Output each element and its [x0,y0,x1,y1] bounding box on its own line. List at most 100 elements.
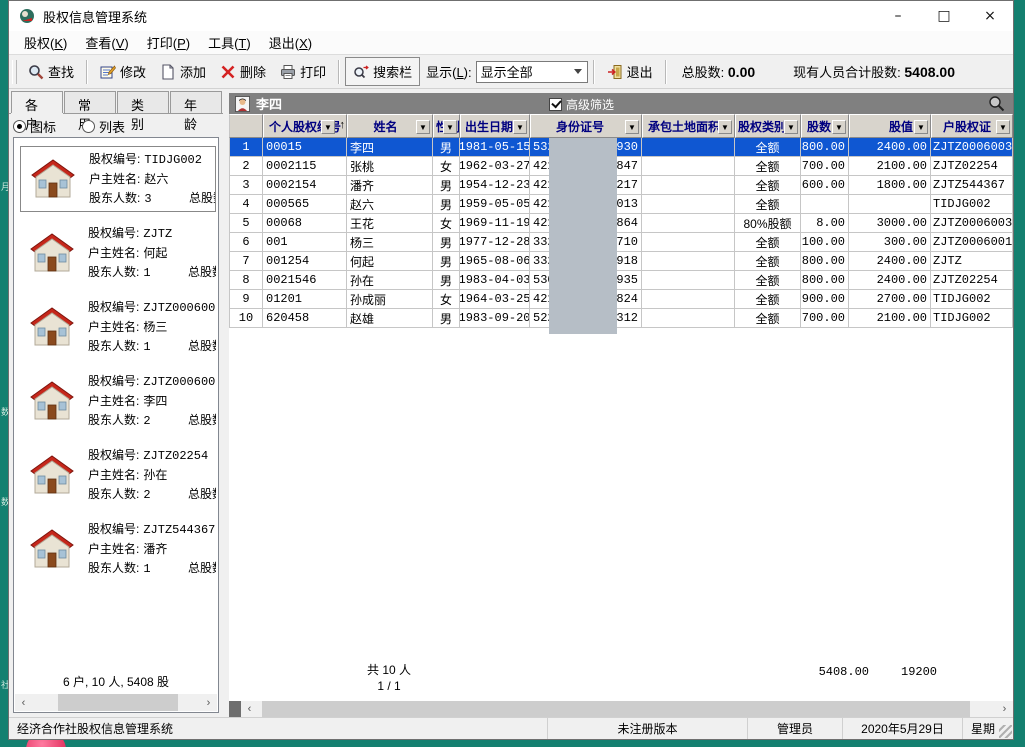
add-button[interactable]: 添加 [153,58,213,85]
table-row[interactable]: 2 0002115 张桃 女 1962-03-27 421122847 全额 7… [229,157,1013,176]
column-header-code[interactable]: 个人股权编号 ▼ ↑ [263,114,347,138]
delete-button[interactable]: 删除 [213,58,273,85]
table-row[interactable]: 8 0021546 孙在 男 1983-04-03 530321935 全额 8… [229,271,1013,290]
column-header-birthdate[interactable]: 出生日期▼ [460,114,530,138]
sidebar-tab[interactable]: 各户 [11,91,63,113]
new-document-icon [160,64,176,80]
sidebar-tab[interactable]: 年龄 [170,91,222,113]
close-button[interactable]: × [967,1,1013,31]
menu-item[interactable]: 查看(V) [76,30,137,55]
household-list-item[interactable]: 股权编号:TIDJG002 户主姓名:赵六 股东人数:3总股数 [20,146,216,212]
menu-item[interactable]: 退出(X) [260,30,321,55]
household-info: 股权编号:ZJTZ 户主姓名:何起 股东人数:1总股数 [88,224,216,283]
column-header-shares[interactable]: 股数▼ [801,114,849,138]
toolbar-separator [338,60,340,84]
household-summary: 6 户, 10 人, 5408 股 [14,673,218,690]
toolbar-grip[interactable] [12,60,17,84]
table-header: 个人股权编号 ▼ ↑ 姓名▼ 性别▼ 出生日期▼ 身份证号▼ 承包土地面积▼ 股… [229,114,1013,138]
scrollbar-thumb[interactable] [262,701,970,717]
household-list-item[interactable]: 股权编号:ZJTZ0006003 户主姓名:李四 股东人数:2总股数 [20,368,216,434]
advanced-filter[interactable]: 高级筛选 [549,96,614,113]
filter-icon[interactable]: ▼ [416,120,430,134]
house-icon [28,305,76,349]
column-header-sex[interactable]: 性别▼ [433,114,460,138]
column-header-cert[interactable]: 户股权证▼ [931,114,1013,138]
title-bar: 股权信息管理系统 – □ × [9,1,1013,31]
status-date: 2020年5月29日 [843,718,963,739]
toolbar-separator [593,60,595,84]
filter-icon[interactable]: ▼ [914,120,928,134]
sidebar-horizontal-scrollbar[interactable]: ‹ › [15,694,217,711]
menu-item[interactable]: 打印(P) [138,30,199,55]
display-label: 显示(L): [426,62,472,81]
exit-button[interactable]: 退出 [600,58,660,85]
total-shares-stat: 总股数: 0.00 [682,62,756,81]
table-row[interactable]: 6 001 杨三 男 1977-12-28 332604710 全额 100.0… [229,233,1013,252]
search-icon [28,64,44,80]
checkbox-icon[interactable] [549,98,562,111]
desktop-background: 月 数 数 社 股权信息管理系统 – □ × 股权(K) 查看(V) [0,0,1025,747]
display-select[interactable]: 显示全部 [476,61,588,83]
modify-button[interactable]: 修改 [93,58,153,85]
column-header-equity-type[interactable]: 股权类别▼ [735,114,801,138]
filter-icon[interactable]: ▼ [321,120,335,134]
table-horizontal-scrollbar[interactable]: ‹ › [229,701,1013,717]
scrollbar-thumb[interactable] [58,694,178,711]
share-value-total: 5408.00 [749,665,869,679]
household-list: 股权编号:TIDJG002 户主姓名:赵六 股东人数:3总股数 [13,137,219,713]
chevron-down-icon[interactable] [569,62,587,82]
household-list-item[interactable]: 股权编号:ZJTZ02254 户主姓名:孙在 股东人数:2总股数 [20,442,216,508]
sidebar-tab[interactable]: 常用 [64,91,116,113]
household-info: 股权编号:ZJTZ544367 户主姓名:潘齐 股东人数:1总股数 [88,520,216,579]
table-row[interactable]: 7 001254 何起 男 1965-08-06 332622918 全额 80… [229,252,1013,271]
filter-icon[interactable]: ▼ [996,120,1010,134]
record-count-summary: 共 10 人 1 / 1 [289,662,489,694]
scroll-right-icon[interactable]: › [996,701,1013,718]
searchbar-toggle-button[interactable]: 搜索栏 [345,57,420,86]
column-header-name[interactable]: 姓名▼ [347,114,433,138]
table-row[interactable]: 5 00068 王花 女 1969-11-19 421122864 80%股额 … [229,214,1013,233]
view-list-radio[interactable]: 列表 [82,117,125,136]
filter-icon[interactable]: ▼ [832,120,846,134]
minimize-button[interactable]: – [875,1,921,31]
household-info: 股权编号:TIDJG002 户主姓名:赵六 股东人数:3总股数 [89,150,215,209]
column-header-land-area[interactable]: 承包土地面积▼ [642,114,735,138]
resize-grip[interactable] [999,725,1012,738]
scroll-left-icon[interactable]: ‹ [241,701,258,718]
table-row[interactable]: 3 0002154 潘齐 男 1954-12-23 421123217 全额 6… [229,176,1013,195]
menu-item[interactable]: 股权(K) [15,30,76,55]
menu-bar: 股权(K) 查看(V) 打印(P) 工具(T) 退出(X) [9,31,1013,54]
scroll-left-icon[interactable]: ‹ [15,694,32,711]
main-panel: 李四 高级筛选 个人股权编号 ▼ ↑ 姓名▼ 性别▼ 出生日期▼ 身份证号▼ 承 [229,89,1013,719]
table-row[interactable]: 9 01201 孙成丽 女 1964-03-25 421122824 全额 90… [229,290,1013,309]
filter-icon[interactable]: ▼ [718,120,732,134]
filter-icon[interactable]: ▼ [625,120,639,134]
filter-icon[interactable]: ▼ [513,120,527,134]
house-icon [28,453,76,497]
toolbar-separator [86,60,88,84]
household-list-item[interactable]: 股权编号:ZJTZ 户主姓名:何起 股东人数:1总股数 [20,220,216,286]
toolbar-separator [665,60,667,84]
house-icon [28,231,76,275]
sidebar-tab[interactable]: 类别 [117,91,169,113]
column-header-share-value[interactable]: 股值▼ [849,114,931,138]
filter-icon[interactable]: ▼ [784,120,798,134]
other-total: 19200 [901,665,971,679]
table-row[interactable]: 4 000565 赵六 男 1959-05-05 421120013 全额 TI… [229,195,1013,214]
person-icon [235,96,250,112]
menu-item[interactable]: 工具(T) [199,30,260,55]
table-row[interactable]: 1 00015 李四 男 1981-05-15 532221930 全额 800… [229,138,1013,157]
household-list-item[interactable]: 股权编号:ZJTZ544367 户主姓名:潘齐 股东人数:1总股数 [20,516,216,582]
find-button[interactable]: 查找 [21,58,81,85]
scroll-right-icon[interactable]: › [200,694,217,711]
column-header-id-number[interactable]: 身份证号▼ [530,114,642,138]
table-row[interactable]: 10 620458 赵雄 男 1983-09-20 522321312 全额 7… [229,309,1013,328]
household-list-item[interactable]: 股权编号:ZJTZ0006001 户主姓名:杨三 股东人数:1总股数 [20,294,216,360]
maximize-button[interactable]: □ [921,1,967,31]
view-icon-radio[interactable]: 图标 [13,117,56,136]
magnifier-icon[interactable] [988,95,1005,112]
search-bar-icon [353,64,369,80]
printer-icon [280,64,296,80]
filter-icon[interactable]: ▼ [443,120,457,134]
print-button[interactable]: 打印 [273,58,333,85]
